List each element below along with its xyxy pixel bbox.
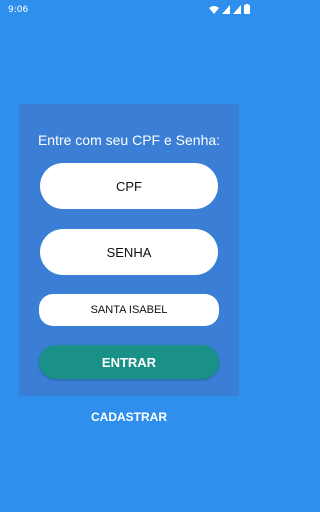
signal-icon bbox=[233, 4, 241, 17]
login-prompt: Entre com seu CPF e Senha: bbox=[37, 132, 221, 148]
entrar-button[interactable]: ENTRAR bbox=[39, 345, 219, 379]
signal-icon bbox=[222, 4, 230, 17]
status-time: 9:06 bbox=[8, 5, 29, 15]
wifi-icon bbox=[209, 5, 219, 17]
login-card: Entre com seu CPF e Senha: CPF SENHA SAN… bbox=[19, 104, 239, 396]
cadastrar-link[interactable]: CADASTRAR bbox=[0, 410, 258, 424]
battery-icon bbox=[244, 4, 250, 17]
cpf-field[interactable]: CPF bbox=[40, 163, 218, 209]
senha-field[interactable]: SENHA bbox=[40, 229, 218, 275]
status-bar: 9:06 bbox=[0, 0, 258, 20]
status-icons bbox=[209, 4, 250, 17]
location-select[interactable]: SANTA ISABEL bbox=[39, 294, 219, 326]
